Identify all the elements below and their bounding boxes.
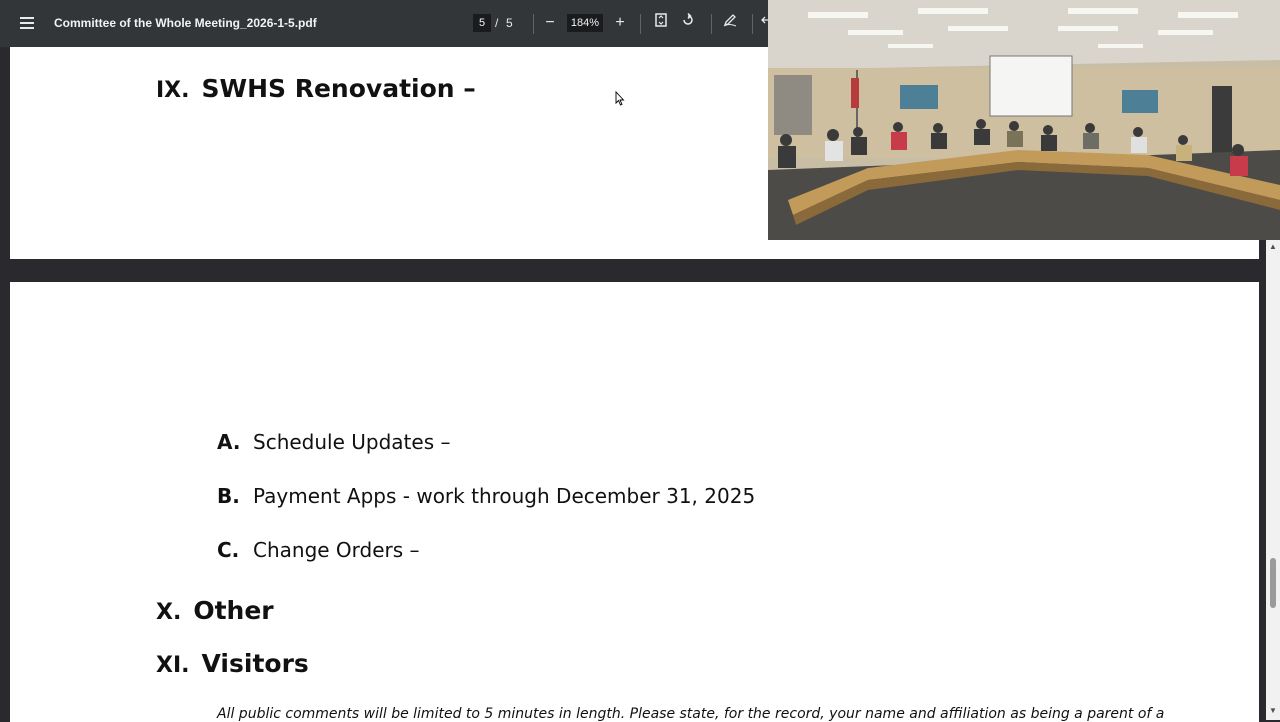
page-separator: / <box>495 16 499 30</box>
item-letter: C. <box>217 538 240 562</box>
scrollbar-thumb[interactable] <box>1270 558 1276 608</box>
scroll-up-icon[interactable]: ▲ <box>1269 242 1277 251</box>
toolbar-divider <box>711 14 712 34</box>
menu-icon[interactable] <box>20 17 34 29</box>
vertical-scrollbar[interactable]: ▲ ▼ <box>1266 240 1280 720</box>
section-number: X. <box>156 600 182 625</box>
fit-page-button[interactable] <box>650 12 672 34</box>
item-letter: B. <box>217 484 240 508</box>
meeting-room-image <box>768 0 1280 240</box>
section-number: XI. <box>156 653 190 678</box>
list-item: B. Payment Apps - work through December 3… <box>217 484 755 508</box>
section-heading: XI. Visitors <box>156 649 309 678</box>
pen-icon <box>723 14 737 27</box>
toolbar-divider <box>752 14 753 34</box>
list-item: A. Schedule Updates – <box>217 430 450 454</box>
item-text: Schedule Updates – <box>253 430 451 454</box>
fit-page-icon <box>655 13 667 27</box>
rotate-icon <box>683 12 693 25</box>
zoom-in-button[interactable]: + <box>609 12 631 34</box>
zoom-level-input[interactable]: 184% <box>567 14 603 32</box>
section-heading: X. Other <box>156 596 274 625</box>
document-title: Committee of the Whole Meeting_2026-1-5.… <box>54 16 317 30</box>
zoom-out-button[interactable]: − <box>539 12 561 34</box>
pdf-page: A. Schedule Updates – B. Payment Apps - wo… <box>10 282 1259 722</box>
mouse-cursor-icon <box>615 91 625 106</box>
toolbar-divider <box>640 14 641 34</box>
section-title: SWHS Renovation – <box>201 74 476 103</box>
item-text: Payment Apps - work through December 31,… <box>253 484 756 508</box>
section-title: Other <box>193 596 274 625</box>
toolbar-divider <box>533 14 534 34</box>
current-page-input[interactable]: 5 <box>473 14 491 32</box>
section-number: IX. <box>156 78 190 103</box>
annotate-button[interactable] <box>719 12 741 34</box>
scroll-down-icon[interactable]: ▼ <box>1269 706 1277 715</box>
list-item: C. Change Orders – <box>217 538 420 562</box>
meeting-video-feed <box>768 0 1280 240</box>
total-pages: 5 <box>506 16 513 30</box>
item-letter: A. <box>217 430 241 454</box>
item-text: Change Orders – <box>253 538 420 562</box>
rotate-button[interactable] <box>677 12 699 34</box>
section-heading: IX. SWHS Renovation – <box>156 74 476 103</box>
section-title: Visitors <box>201 649 309 678</box>
